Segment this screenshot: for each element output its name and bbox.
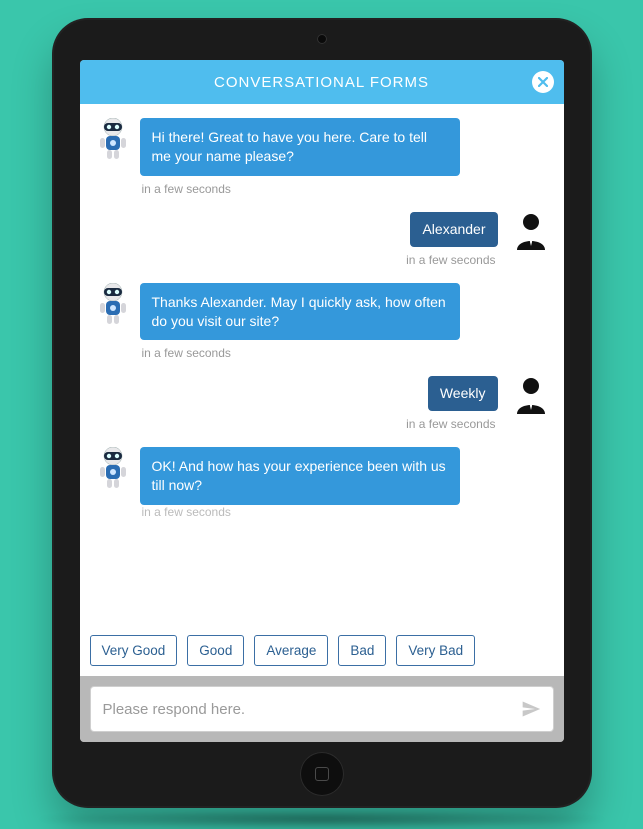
person-icon [513,212,549,250]
close-icon [538,77,548,87]
bot-avatar [90,283,136,327]
message-timestamp: in a few seconds [142,182,231,196]
device-camera [317,34,327,44]
message-timestamp: in a few seconds [142,346,231,360]
scroll-fade [80,609,564,627]
response-input[interactable] [103,701,521,718]
home-button[interactable] [300,752,344,796]
send-icon[interactable] [521,699,541,719]
message-timestamp: in a few seconds [406,417,495,431]
user-message-bubble: Alexander [410,212,497,247]
robot-icon [94,447,132,491]
tablet-device: CONVERSATIONAL FORMS [52,18,592,808]
bot-message-bubble: Hi there! Great to have you here. Care t… [140,118,460,176]
bot-avatar [90,118,136,162]
bot-message-bubble: OK! And how has your experience been wit… [140,447,460,505]
bot-avatar [90,447,136,491]
user-avatar [508,376,554,414]
input-bar [80,676,564,742]
option-very-good[interactable]: Very Good [90,635,178,666]
chat-header: CONVERSATIONAL FORMS [80,60,564,104]
user-avatar [508,212,554,250]
close-button[interactable] [532,71,554,93]
conversation-pane: Hi there! Great to have you here. Care t… [80,104,564,627]
user-message-bubble: Weekly [428,376,498,411]
bot-message-bubble: Thanks Alexander. May I quickly ask, how… [140,283,460,341]
quick-reply-options: Very Good Good Average Bad Very Bad [80,627,564,676]
message-timestamp: in a few seconds [406,253,495,267]
robot-icon [94,118,132,162]
message-row: Alexander in a few seconds [90,212,554,281]
option-bad[interactable]: Bad [338,635,386,666]
input-wrap [90,686,554,732]
chat-title: CONVERSATIONAL FORMS [214,74,429,91]
option-good[interactable]: Good [187,635,244,666]
robot-icon [94,283,132,327]
message-row: Weekly in a few seconds [90,376,554,445]
home-icon [315,767,329,781]
screen: CONVERSATIONAL FORMS [80,60,564,742]
message-row: Thanks Alexander. May I quickly ask, how… [90,283,554,375]
option-average[interactable]: Average [254,635,328,666]
person-icon [513,376,549,414]
message-row: Hi there! Great to have you here. Care t… [90,118,554,210]
option-very-bad[interactable]: Very Bad [396,635,475,666]
message-row: OK! And how has your experience been wit… [90,447,554,519]
message-timestamp: in a few seconds [142,505,231,519]
